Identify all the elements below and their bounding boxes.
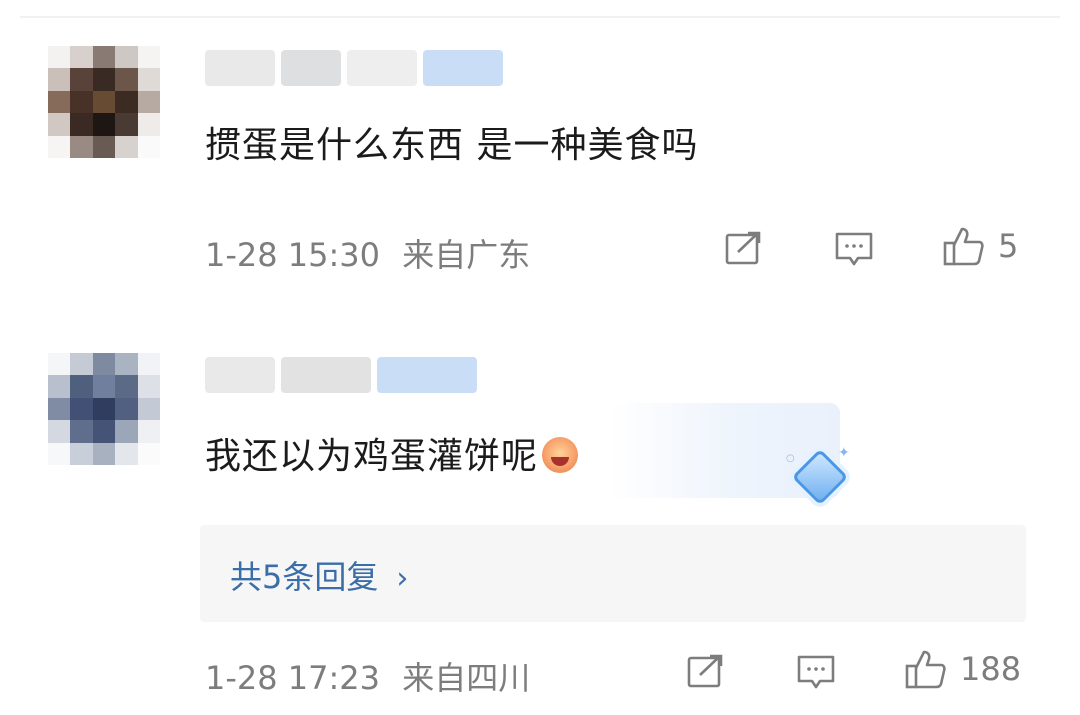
comment-location: 来自广东 [402, 236, 531, 274]
replies-label: 共5条回复 [230, 558, 379, 596]
chevron-right-icon: › [396, 561, 409, 596]
avatar[interactable] [48, 46, 160, 158]
comment-icon [797, 655, 835, 689]
thumbs-up-icon [943, 227, 984, 266]
view-replies-link[interactable]: 共5条回复 › [230, 552, 408, 598]
comment-time: 1-28 15:30 [205, 236, 381, 274]
like-button[interactable]: 5 [942, 224, 1018, 268]
grinning-emoji-icon [542, 437, 579, 473]
comment-time: 1-28 17:23 [205, 659, 381, 697]
username-blurred[interactable] [205, 48, 505, 88]
reply-button[interactable] [834, 230, 874, 268]
share-button[interactable] [686, 653, 726, 689]
replies-panel[interactable]: 共5条回复 › [200, 525, 1026, 622]
sparkle-icon: ○ [786, 453, 795, 464]
share-icon [687, 654, 723, 688]
comment-text-content: 我还以为鸡蛋灌饼呢 [205, 436, 539, 477]
thumbs-up-icon [905, 650, 946, 689]
comment-item: ✦ ○ 我还以为鸡蛋灌饼呢 共5条回复 › 1-28 17:23 来自四川 188 [0, 345, 1080, 715]
like-count: 188 [960, 650, 1022, 688]
comment-item: 掼蛋是什么东西 是一种美食吗 1-28 15:30 来自广东 5 [0, 40, 1080, 290]
comment-location: 来自四川 [402, 659, 531, 697]
username-blurred[interactable] [205, 355, 505, 395]
like-count: 5 [998, 227, 1019, 265]
comment-meta: 1-28 15:30 来自广东 [205, 230, 530, 276]
share-button[interactable] [724, 230, 764, 266]
like-button[interactable]: 188 [904, 647, 1021, 691]
top-divider [20, 16, 1060, 18]
reply-button[interactable] [796, 653, 836, 691]
comment-meta: 1-28 17:23 来自四川 [205, 653, 530, 699]
share-icon [725, 231, 761, 265]
sparkle-icon: ✦ [838, 445, 850, 461]
comment-icon [835, 232, 873, 266]
comment-text: 掼蛋是什么东西 是一种美食吗 [205, 125, 699, 166]
comment-text: 我还以为鸡蛋灌饼呢 [205, 427, 579, 479]
avatar[interactable] [48, 353, 160, 465]
